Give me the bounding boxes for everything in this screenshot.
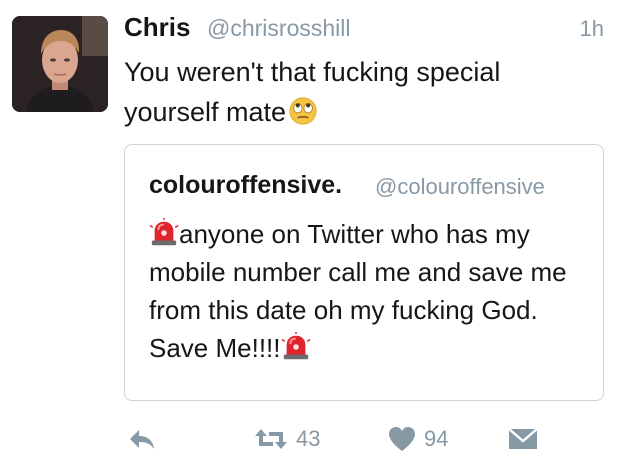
direct-message-button[interactable] bbox=[508, 428, 538, 450]
quoted-author-handle: @colouroffensive bbox=[375, 174, 545, 199]
police-siren-icon bbox=[149, 218, 179, 248]
reply-button[interactable] bbox=[128, 428, 156, 452]
retweet-icon bbox=[255, 429, 287, 449]
timestamp[interactable]: 1h bbox=[580, 16, 604, 42]
retweet-button[interactable]: 43 bbox=[254, 426, 320, 452]
tweet-actions: 43 94 bbox=[0, 422, 618, 462]
face-with-rolling-eyes-icon bbox=[288, 96, 318, 126]
like-count: 94 bbox=[424, 426, 449, 451]
heart-icon bbox=[389, 427, 415, 451]
direct-message-icon bbox=[508, 428, 538, 449]
tweet-text: You weren't that fucking special yoursel… bbox=[124, 52, 594, 132]
quoted-tweet-card[interactable]: colouroffensive. @colouroffensive anyone… bbox=[124, 144, 604, 401]
reply-icon bbox=[130, 430, 154, 449]
author-name[interactable]: Chris bbox=[124, 12, 190, 43]
like-button[interactable]: 94 bbox=[388, 426, 448, 452]
author-handle[interactable]: @chrisrosshill bbox=[207, 15, 350, 42]
police-siren-icon bbox=[281, 332, 311, 362]
quoted-tweet-content: anyone on Twitter who has my mobile numb… bbox=[149, 219, 567, 363]
avatar[interactable] bbox=[12, 16, 108, 112]
quoted-tweet-text: anyone on Twitter who has my mobile numb… bbox=[149, 215, 589, 367]
quoted-author-name: colouroffensive. bbox=[149, 171, 343, 199]
avatar-photo bbox=[12, 16, 108, 112]
retweet-count: 43 bbox=[296, 426, 321, 451]
